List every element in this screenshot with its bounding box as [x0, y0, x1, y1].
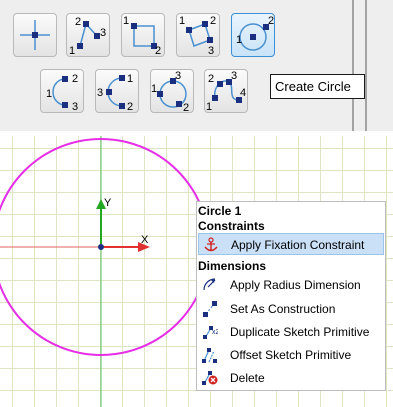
menu-item-label: Apply Radius Dimension	[230, 278, 361, 292]
point-label: 3	[100, 27, 106, 39]
radius-dimension-icon	[203, 278, 216, 291]
arc-3point-icon: 2 1 3	[46, 73, 78, 112]
rectangle-corner-icon: 1 2	[123, 15, 161, 56]
point-label: 1	[206, 101, 212, 112]
arc-center-tool-button[interactable]: 1 3 2	[95, 69, 139, 113]
menu-item-label: Set As Construction	[230, 302, 336, 316]
y-axis-label: Y	[104, 197, 112, 209]
rectangle-3point-icon: 1 2 3	[179, 15, 216, 56]
rectangle-3point-tool-button[interactable]: 1 2 3	[176, 13, 220, 57]
circle-3point-icon: 3 1 2	[151, 70, 189, 112]
tooltip: Create Circle	[270, 74, 365, 99]
offset-icon	[202, 348, 217, 363]
point-label: 1	[236, 34, 242, 46]
toolbar-divider	[352, 0, 354, 131]
point-label: 2	[210, 15, 216, 27]
sketch-toolbar: 1 2 3 1 2 1 2 3 1 2 2 1 3 1 3 2 3 1 2 1 …	[0, 0, 393, 131]
menu-item-label: Apply Fixation Constraint	[231, 238, 365, 252]
menu-item-label: Offset Sketch Primitive	[230, 348, 352, 362]
rectangle-tool-button[interactable]: 1 2	[121, 13, 165, 57]
point-label: 3	[72, 101, 78, 112]
point-label: 2	[75, 16, 81, 28]
polyline-tool-button[interactable]: 1 2 3	[66, 13, 110, 57]
spline-icon: 1 2 3 4	[206, 70, 246, 112]
point-label: 1	[69, 45, 75, 56]
create-circle-button[interactable]: 1 2	[231, 13, 275, 57]
origin-point[interactable]	[98, 244, 104, 250]
point-label: 2	[72, 73, 78, 85]
circle-center-icon: 1 2	[236, 15, 274, 51]
menu-section-constraints: Constraints	[198, 219, 265, 233]
x-axis-label: X	[141, 234, 149, 246]
point-label: 2	[268, 15, 274, 27]
point-label: 2	[127, 101, 133, 112]
arc-3point-tool-button[interactable]: 2 1 3	[40, 69, 84, 113]
construction-icon	[203, 301, 217, 317]
apply-radius-dimension-item[interactable]: Apply Radius Dimension	[198, 274, 384, 296]
context-menu: Circle 1 Constraints Apply Fixation Cons…	[196, 201, 386, 391]
point-label: 4	[240, 87, 246, 99]
point-label: 3	[97, 87, 103, 99]
delete-item[interactable]: Delete	[198, 367, 384, 389]
apply-fixation-constraint-item[interactable]: Apply Fixation Constraint	[198, 233, 384, 255]
spline-tool-button[interactable]: 1 2 3 4	[204, 69, 248, 113]
menu-title: Circle 1	[198, 204, 242, 218]
menu-section-dimensions: Dimensions	[198, 259, 267, 273]
point-label: 2	[208, 73, 214, 85]
menu-item-label: Delete	[230, 371, 265, 385]
polyline-icon: 1 2 3	[69, 16, 106, 56]
point-label: 2	[183, 102, 189, 112]
menu-item-label: Duplicate Sketch Primitive	[230, 325, 370, 339]
offset-sketch-primitive-item[interactable]: Offset Sketch Primitive	[198, 344, 384, 366]
point-label: 1	[123, 15, 129, 27]
anchor-icon	[204, 237, 218, 252]
svg-text:x2: x2	[212, 329, 218, 336]
point-label: 3	[208, 45, 214, 56]
toolbar-divider	[365, 0, 367, 131]
arc-center-icon: 1 3 2	[97, 73, 133, 112]
point-label: 1	[46, 88, 52, 100]
point-icon	[20, 20, 50, 50]
duplicate-sketch-primitive-item[interactable]: x2 Duplicate Sketch Primitive	[198, 321, 384, 343]
point-label: 3	[231, 70, 237, 82]
delete-icon	[202, 371, 218, 385]
set-as-construction-item[interactable]: Set As Construction	[198, 298, 384, 320]
point-tool-button[interactable]	[13, 13, 57, 57]
circle-3point-tool-button[interactable]: 3 1 2	[150, 69, 194, 113]
point-label: 3	[175, 70, 181, 82]
point-label: 1	[179, 15, 185, 27]
duplicate-icon: x2	[203, 326, 218, 339]
point-label: 2	[155, 45, 161, 56]
point-label: 1	[127, 73, 133, 85]
point-label: 1	[151, 83, 157, 95]
